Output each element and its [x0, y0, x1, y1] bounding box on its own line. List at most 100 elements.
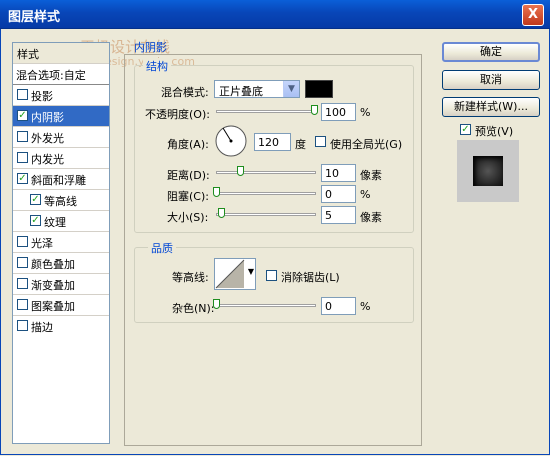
close-button[interactable]: X	[522, 4, 544, 26]
angle-input[interactable]: 120	[254, 133, 291, 151]
ok-button[interactable]: 确定	[442, 42, 540, 62]
style-item-label: 内阴影	[31, 111, 64, 124]
size-slider-thumb[interactable]	[218, 208, 225, 218]
color-overlay-checkbox[interactable]	[17, 257, 28, 268]
size-unit: 像素	[360, 211, 382, 224]
distance-input[interactable]: 10	[321, 164, 356, 182]
style-item-label: 斜面和浮雕	[31, 174, 86, 187]
contour-checkbox[interactable]: ✓	[30, 194, 41, 205]
blend-options-item[interactable]: 混合选项:自定	[13, 64, 109, 85]
window-title: 图层样式	[8, 10, 61, 25]
global-light-checkbox[interactable]	[315, 136, 326, 147]
style-item-label: 图案叠加	[31, 300, 75, 313]
style-item-bevel-emboss[interactable]: ✓ 斜面和浮雕	[13, 169, 109, 190]
distance-slider-track[interactable]	[216, 171, 316, 174]
outer-glow-checkbox[interactable]	[17, 131, 28, 142]
style-item-label: 纹理	[44, 216, 66, 229]
inner-shadow-checkbox[interactable]: ✓	[17, 110, 28, 121]
opacity-input[interactable]: 100	[321, 103, 356, 121]
size-value: 5	[325, 209, 332, 222]
style-item-label: 渐变叠加	[31, 279, 75, 292]
blend-mode-value: 正片叠底	[219, 85, 263, 98]
noise-label: 杂色(N):	[172, 302, 215, 315]
opacity-label: 不透明度(O):	[145, 108, 210, 121]
pattern-overlay-checkbox[interactable]	[17, 299, 28, 310]
style-item-texture[interactable]: ✓ 纹理	[13, 211, 109, 232]
noise-value: 0	[325, 300, 332, 313]
noise-unit: %	[360, 300, 371, 313]
structure-title: 结构	[143, 58, 171, 74]
distance-value: 10	[325, 167, 339, 180]
choke-input[interactable]: 0	[321, 185, 356, 203]
style-item-inner-shadow[interactable]: ✓ 内阴影	[13, 106, 109, 127]
style-item-label: 光泽	[31, 237, 53, 250]
style-list: 样式 混合选项:自定 投影 ✓ 内阴影 外发光 内发光 ✓ 斜面和浮雕 ✓ 等高…	[12, 42, 110, 444]
gradient-overlay-checkbox[interactable]	[17, 278, 28, 289]
style-item-color-overlay[interactable]: 颜色叠加	[13, 253, 109, 274]
anti-alias-checkbox[interactable]	[266, 270, 277, 281]
angle-unit: 度	[295, 138, 306, 151]
distance-slider-thumb[interactable]	[237, 166, 244, 176]
blend-mode-select[interactable]: 正片叠底 ▼	[214, 80, 300, 98]
preview-checkbox[interactable]: ✓	[460, 124, 471, 135]
contour-preview-icon	[215, 259, 245, 289]
contour-picker[interactable]: ▼	[214, 258, 256, 290]
global-light-label: 使用全局光(G)	[330, 138, 403, 151]
noise-input[interactable]: 0	[321, 297, 356, 315]
style-item-inner-glow[interactable]: 内发光	[13, 148, 109, 169]
texture-checkbox[interactable]: ✓	[30, 215, 41, 226]
angle-value: 120	[258, 136, 279, 149]
choke-unit: %	[360, 188, 371, 201]
style-item-label: 外发光	[31, 132, 64, 145]
style-item-label: 内发光	[31, 153, 64, 166]
style-item-contour[interactable]: ✓ 等高线	[13, 190, 109, 211]
choke-slider-track[interactable]	[216, 192, 316, 195]
style-item-satin[interactable]: 光泽	[13, 232, 109, 253]
panel-title: 内阴影	[134, 41, 167, 54]
size-slider-track[interactable]	[216, 213, 316, 216]
stroke-checkbox[interactable]	[17, 320, 28, 331]
distance-label: 距离(D):	[167, 169, 210, 182]
cancel-button[interactable]: 取消	[442, 70, 540, 90]
preview-label: 预览(V)	[475, 125, 514, 138]
angle-dial[interactable]	[214, 124, 248, 158]
style-item-outer-glow[interactable]: 外发光	[13, 127, 109, 148]
new-style-button[interactable]: 新建样式(W)...	[442, 97, 540, 117]
shadow-color-swatch[interactable]	[305, 80, 333, 98]
style-list-header[interactable]: 样式	[13, 43, 109, 64]
title-bar: 图层样式 X	[0, 0, 550, 29]
noise-slider-track[interactable]	[216, 304, 316, 307]
style-item-label: 颜色叠加	[31, 258, 75, 271]
anti-alias-label: 消除锯齿(L)	[281, 271, 340, 284]
choke-label: 阻塞(C):	[167, 190, 209, 203]
noise-slider-thumb[interactable]	[213, 299, 220, 309]
angle-label: 角度(A):	[167, 138, 209, 151]
blend-mode-label: 混合模式:	[161, 86, 209, 99]
bevel-emboss-checkbox[interactable]: ✓	[17, 173, 28, 184]
size-label: 大小(S):	[167, 211, 209, 224]
inner-glow-checkbox[interactable]	[17, 152, 28, 163]
style-item-label: 等高线	[44, 195, 77, 208]
contour-label: 等高线:	[172, 271, 209, 284]
drop-shadow-checkbox[interactable]	[17, 89, 28, 100]
chevron-down-icon: ▼	[247, 267, 254, 276]
style-item-drop-shadow[interactable]: 投影	[13, 85, 109, 106]
size-input[interactable]: 5	[321, 206, 356, 224]
opacity-slider-thumb[interactable]	[311, 105, 318, 115]
distance-unit: 像素	[360, 169, 382, 182]
opacity-slider-track[interactable]	[216, 110, 316, 113]
opacity-value: 100	[325, 106, 346, 119]
choke-value: 0	[325, 188, 332, 201]
preview-thumbnail	[473, 156, 503, 186]
opacity-unit: %	[360, 106, 371, 119]
blend-options-label: 混合选项:自定	[16, 69, 86, 82]
quality-title: 品质	[148, 240, 176, 256]
satin-checkbox[interactable]	[17, 236, 28, 247]
style-item-pattern-overlay[interactable]: 图案叠加	[13, 295, 109, 316]
style-item-label: 描边	[31, 321, 53, 334]
choke-slider-thumb[interactable]	[213, 187, 220, 197]
chevron-down-icon: ▼	[283, 81, 299, 97]
style-item-gradient-overlay[interactable]: 渐变叠加	[13, 274, 109, 295]
style-item-stroke[interactable]: 描边	[13, 316, 109, 337]
style-list-header-label: 样式	[17, 48, 39, 61]
